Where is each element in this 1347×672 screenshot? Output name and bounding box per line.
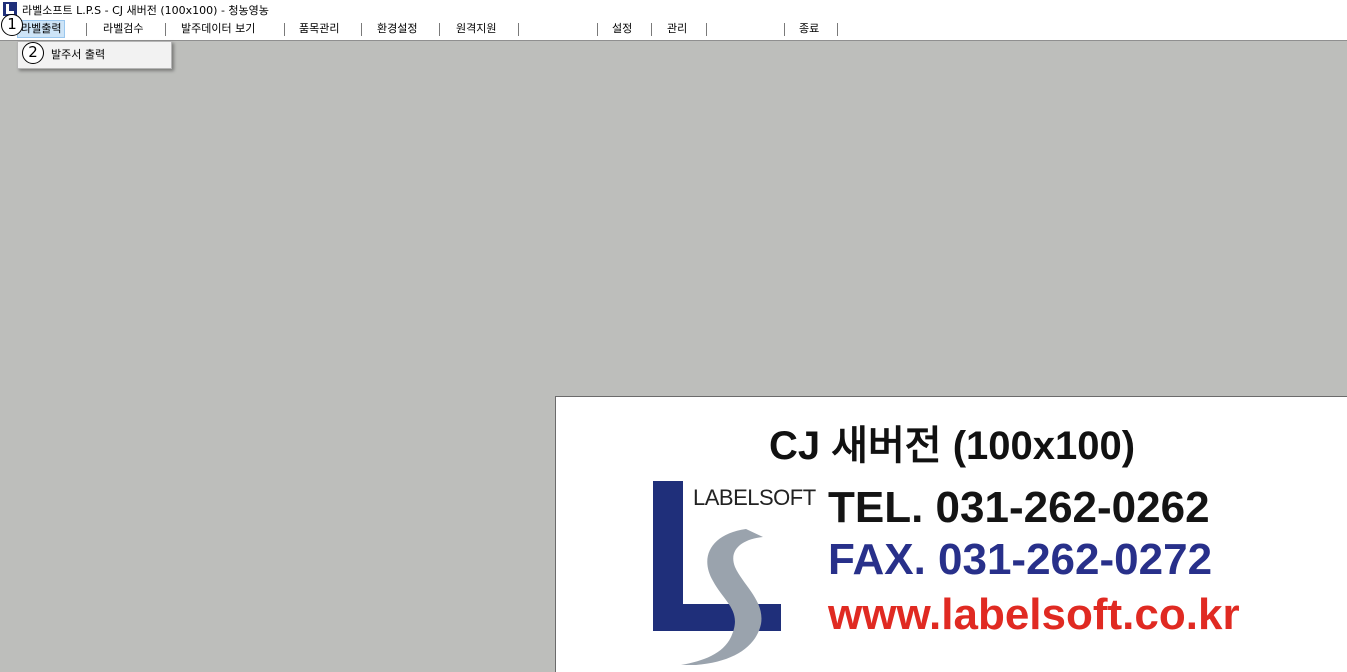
- menu-separator: [706, 23, 707, 36]
- company-banner: CJ 새버전 (100x100) LABELSOFT TEL. 031-262-…: [555, 396, 1347, 672]
- menu-separator: [784, 23, 785, 36]
- menu-order-data[interactable]: 발주데이터 보기: [178, 21, 258, 37]
- menu-bar: 라벨출력 라벨검수 발주데이터 보기 품목관리 환경설정 원격지원 설정 관리 …: [0, 19, 1347, 40]
- menu-separator: [165, 23, 166, 36]
- window-title: 라벨소프트 L.P.S - CJ 새버전 (100x100) - 청농영농: [22, 4, 269, 17]
- step-marker-1: 1: [1, 14, 23, 36]
- menu-separator: [597, 23, 598, 36]
- menu-admin[interactable]: 관리: [664, 21, 690, 37]
- menu-separator: [86, 23, 87, 36]
- menu-settings[interactable]: 설정: [609, 21, 635, 37]
- logo-text: LABELSOFT: [693, 485, 816, 510]
- menu-separator: [518, 23, 519, 36]
- menu-separator: [284, 23, 285, 36]
- menu-item-management[interactable]: 품목관리: [296, 21, 342, 37]
- menu-separator: [651, 23, 652, 36]
- banner-tel: TEL. 031-262-0262: [828, 483, 1210, 532]
- banner-website: www.labelsoft.co.kr: [828, 590, 1240, 639]
- banner-title: CJ 새버전 (100x100): [768, 424, 1136, 468]
- menu-remote-support[interactable]: 원격지원: [453, 21, 499, 37]
- menu-exit[interactable]: 종료: [796, 21, 822, 37]
- order-print-menu-item[interactable]: 발주서 출력: [51, 46, 105, 62]
- menu-separator: [439, 23, 440, 36]
- title-bar: 라벨소프트 L.P.S - CJ 새버전 (100x100) - 청농영농: [0, 0, 1347, 18]
- menu-label-inspect[interactable]: 라벨검수: [100, 21, 146, 37]
- menu-separator: [837, 23, 838, 36]
- menu-label-print[interactable]: 라벨출력: [17, 20, 66, 38]
- menu-separator: [361, 23, 362, 36]
- step-marker-2: 2: [22, 42, 44, 64]
- menu-environment-settings[interactable]: 환경설정: [374, 21, 420, 37]
- banner-fax: FAX. 031-262-0272: [828, 535, 1213, 584]
